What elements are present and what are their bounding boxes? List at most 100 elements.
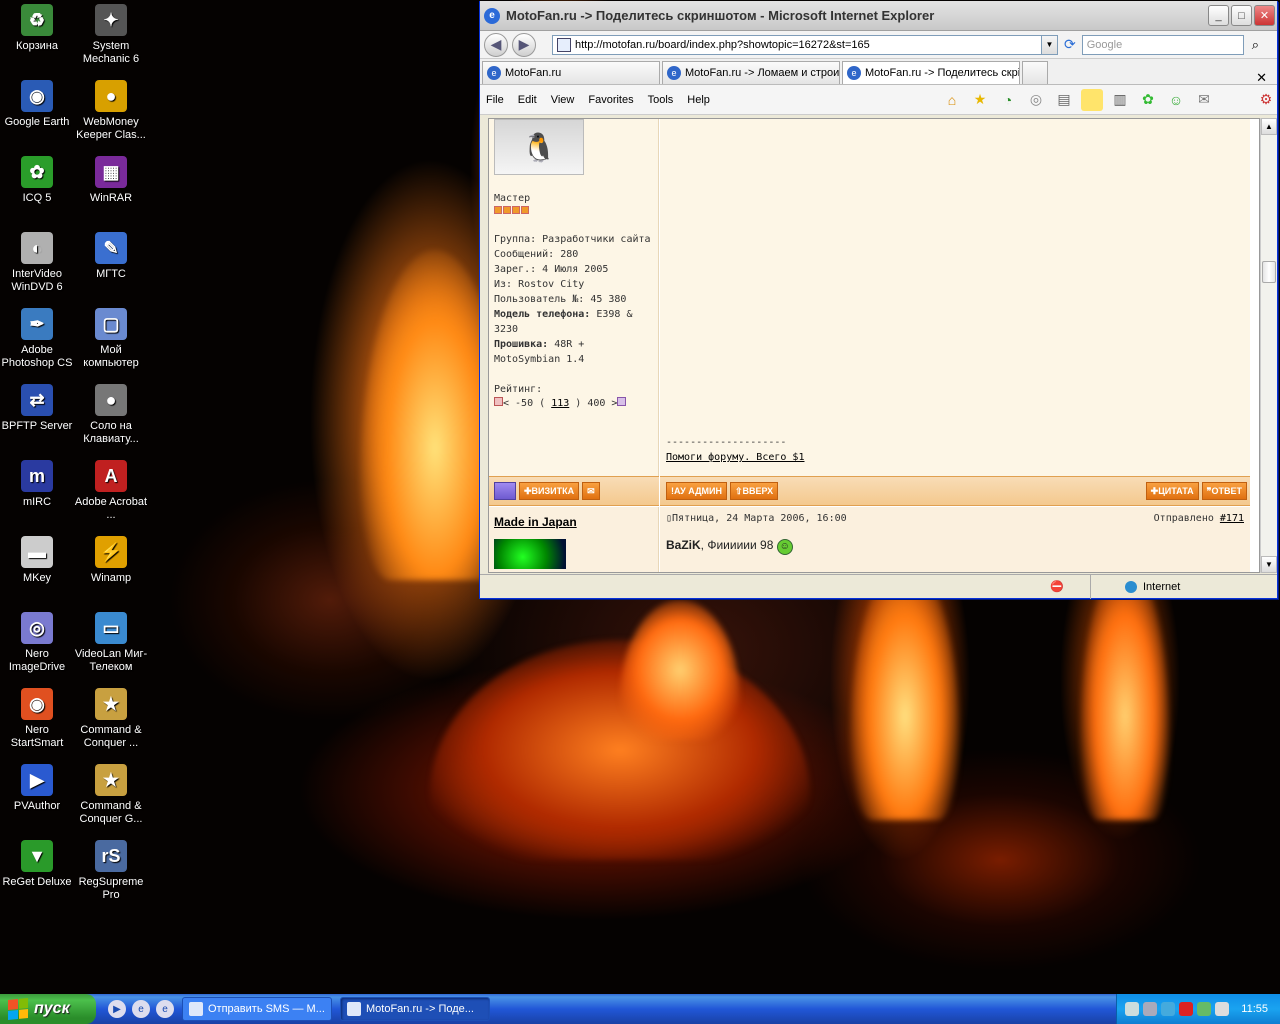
signature-link[interactable]: Помоги форуму. Всего $1	[666, 452, 804, 463]
desktop-icon[interactable]: ✒ Adobe Photoshop CS	[0, 308, 74, 370]
card-button[interactable]: ✚ ВИЗИТКА	[519, 482, 580, 500]
menu-file[interactable]: File	[486, 94, 504, 106]
icq-flower-icon[interactable]: ✿	[1137, 89, 1159, 111]
media-player-icon[interactable]: ▶	[108, 1000, 126, 1018]
desktop-icon[interactable]: rS RegSupreme Pro	[74, 840, 148, 902]
new-tab-button[interactable]	[1022, 61, 1048, 84]
desktop-icon[interactable]: ★ Command & Conquer G...	[74, 764, 148, 826]
report-admin-button[interactable]: ! АУ АДМИН	[666, 482, 727, 500]
research-icon[interactable]: ▥	[1109, 89, 1131, 111]
desktop-icon-label: Winamp	[90, 572, 132, 584]
start-button[interactable]: пуск	[0, 994, 96, 1024]
forward-button[interactable]: ▶	[512, 32, 536, 57]
print-icon[interactable]: ▤	[1053, 89, 1075, 111]
menu-tools[interactable]: Tools	[648, 94, 674, 106]
url-input[interactable]: http://motofan.ru/board/index.php?showto…	[552, 34, 1042, 55]
scroll-up-icon[interactable]: ▲	[1261, 118, 1277, 135]
task-sms[interactable]: Отправить SMS — М...	[182, 997, 332, 1021]
reply-to-name[interactable]: BaZiK	[666, 538, 701, 552]
desktop-icon[interactable]: ♻ Корзина	[0, 4, 74, 53]
menu-favorites[interactable]: Favorites	[588, 94, 633, 106]
vertical-scrollbar[interactable]: ▲ ▼	[1260, 118, 1277, 573]
post2-author-link[interactable]: Made in Japan	[494, 515, 577, 529]
tray-icon-5[interactable]	[1197, 1002, 1211, 1016]
app-icon: ◉	[21, 688, 53, 720]
desktop-icon[interactable]: ● WebMoney Keeper Clas...	[74, 80, 148, 142]
tab-lomaem[interactable]: e MotoFan.ru -> Ломаем и строи	[662, 61, 840, 84]
desktop-icon[interactable]: ◐ InterVideo WinDVD 6	[0, 232, 74, 294]
menu-help[interactable]: Help	[687, 94, 710, 106]
url-dropdown-button[interactable]: ▼	[1042, 34, 1058, 55]
scroll-down-icon[interactable]: ▼	[1261, 556, 1277, 573]
close-button[interactable]: ✕	[1254, 5, 1275, 26]
desktop-icon-label: ReGet Deluxe	[2, 876, 72, 888]
globe-icon	[1125, 580, 1137, 593]
menu-edit[interactable]: Edit	[518, 94, 537, 106]
menu-view[interactable]: View	[551, 94, 575, 106]
desktop-icon[interactable]: ▬ MKey	[0, 536, 74, 585]
desktop-icon[interactable]: ✎ МГТС	[74, 232, 148, 281]
kaspersky-icon[interactable]	[1179, 1002, 1193, 1016]
desktop-icon[interactable]: ⚡ Winamp	[74, 536, 148, 585]
rating-minus-icon[interactable]	[494, 397, 503, 406]
desktop-icon[interactable]: ★ Command & Conquer ...	[74, 688, 148, 750]
rating-value-link[interactable]: 113	[551, 398, 569, 409]
desktop-icon[interactable]: A Adobe Acrobat ...	[74, 460, 148, 522]
pm-button[interactable]	[494, 482, 516, 500]
desktop-icon[interactable]: ● Соло на Клавиату...	[74, 384, 148, 446]
desktop-icon[interactable]: ✿ ICQ 5	[0, 156, 74, 205]
post2-text: BaZiK, Фииииии 98 ☺	[666, 538, 1244, 555]
zone-label: Internet	[1143, 580, 1181, 593]
tools-icon[interactable]: ⚙	[1255, 89, 1277, 111]
task-motofan[interactable]: MotoFan.ru -> Поде...	[340, 997, 490, 1021]
desktop-icon-label: System Mechanic 6	[82, 40, 140, 65]
post2-date: Пятница, 24 Марта 2006, 16:00	[672, 513, 847, 524]
desktop-icon[interactable]: ⇄ BPFTP Server	[0, 384, 74, 433]
go-up-button[interactable]: ⇧ ВВЕРХ	[729, 482, 779, 500]
rating-plus-icon[interactable]	[617, 397, 627, 406]
tab-motofan[interactable]: e MotoFan.ru	[482, 61, 660, 84]
tray-icon-3[interactable]	[1161, 1002, 1175, 1016]
messenger-icon[interactable]: ☺	[1165, 89, 1187, 111]
tray-icon-1[interactable]	[1125, 1002, 1139, 1016]
popup-blocked-icon[interactable]: ⛔	[1050, 580, 1064, 593]
ie-quicklaunch2-icon[interactable]: e	[156, 1000, 174, 1018]
tray-icon-2[interactable]	[1143, 1002, 1157, 1016]
reply-button[interactable]: ❞ ОТВЕТ	[1201, 482, 1247, 500]
favorites-star-icon[interactable]: ★	[969, 89, 991, 111]
desktop-icon-label: ICQ 5	[22, 192, 52, 204]
desktop-icon[interactable]: ▶ PVAuthor	[0, 764, 74, 813]
desktop-icon[interactable]: ◉ Nero StartSmart	[0, 688, 74, 750]
desktop-icon[interactable]: ▼ ReGet Deluxe	[0, 840, 74, 889]
scroll-thumb[interactable]	[1262, 261, 1276, 283]
refresh-icon[interactable]: ⟳	[1064, 36, 1076, 53]
desktop-icon[interactable]: ▭ VideoLan Миг-Телеком	[74, 612, 148, 674]
tray-icon-6[interactable]	[1215, 1002, 1229, 1016]
desktop-icon-label: Command & Conquer ...	[80, 724, 142, 749]
note-icon[interactable]	[1081, 88, 1103, 111]
desktop-icon[interactable]: m mIRC	[0, 460, 74, 509]
maximize-button[interactable]: □	[1231, 5, 1252, 26]
desktop-icon[interactable]: ✦ System Mechanic 6	[74, 4, 148, 66]
minimize-button[interactable]: _	[1208, 5, 1229, 26]
window-titlebar[interactable]: e MotoFan.ru -> Поделитесь скриншотом - …	[480, 1, 1277, 31]
desktop-icon[interactable]: ▢ Мой компьютер	[74, 308, 148, 370]
desktop-icon[interactable]: ▦ WinRAR	[74, 156, 148, 205]
post2-number-link[interactable]: #171	[1220, 513, 1244, 524]
mail-icon[interactable]: ✉	[1193, 89, 1215, 111]
desktop-icon[interactable]: ◉ Google Earth	[0, 80, 74, 129]
search-button[interactable]: ⌕	[1252, 37, 1259, 53]
back-button[interactable]: ◀	[484, 32, 508, 57]
history-icon[interactable]: ◔	[997, 89, 1019, 111]
profile-button[interactable]: ✉	[582, 482, 600, 500]
feeds-icon[interactable]: ◎	[1025, 89, 1047, 111]
page-icon	[557, 37, 571, 52]
ie-quicklaunch-icon[interactable]: e	[132, 1000, 150, 1018]
tab-screenshot[interactable]: e MotoFan.ru -> Поделитесь скрі	[842, 61, 1020, 84]
desktop-icon-label: VideoLan Миг-Телеком	[74, 648, 148, 673]
close-tab-icon[interactable]: ✕	[1256, 70, 1267, 86]
quote-button[interactable]: ✚ ЦИТАТА	[1145, 482, 1199, 500]
search-input[interactable]: Google	[1081, 34, 1244, 55]
home-icon[interactable]: ⌂	[941, 89, 963, 111]
desktop-icon[interactable]: ◎ Nero ImageDrive	[0, 612, 74, 674]
